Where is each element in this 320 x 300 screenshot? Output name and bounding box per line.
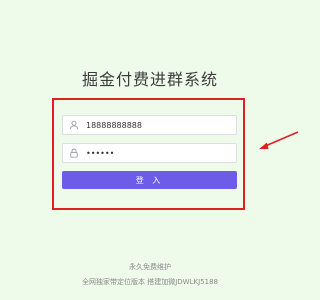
arrow-annotation-icon	[259, 131, 299, 149]
login-button[interactable]: 登 入	[62, 171, 237, 189]
footer-contact-text: 全网独家带定位版本 搭建加微JDWLKJ5188	[82, 278, 218, 286]
lock-icon	[68, 147, 80, 159]
password-field[interactable]	[62, 143, 237, 163]
page-title: 掘金付费进群系统	[81, 70, 218, 89]
username-input[interactable]	[80, 116, 236, 134]
password-input[interactable]	[80, 144, 236, 162]
username-field[interactable]	[62, 115, 237, 135]
user-icon	[68, 119, 80, 131]
footer-maintenance-text: 永久免费维护	[129, 263, 171, 271]
